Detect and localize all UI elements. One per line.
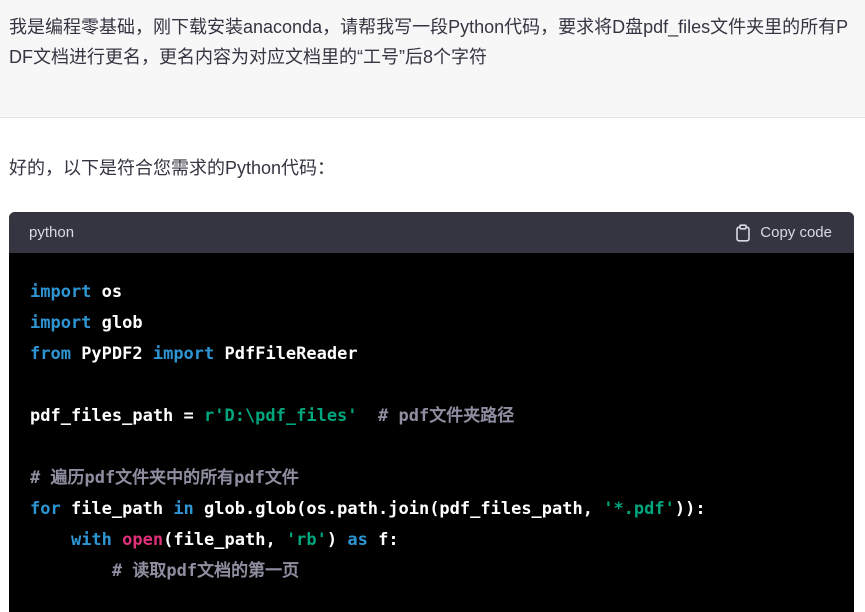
copy-code-button[interactable]: Copy code — [734, 223, 832, 242]
code-token-plain: PyPDF2 — [70, 344, 153, 364]
code-block: python Copy code import os import glob fro… — [9, 212, 854, 612]
code-token-cm: # 遍历pdf文件夹中的所有pdf文件 — [30, 468, 299, 488]
code-token-cm: # 读取pdf文档的第一页 — [111, 561, 300, 581]
clipboard-icon — [734, 223, 752, 242]
code-token-plain: pdf_files_path = — [30, 406, 204, 426]
code-token-kw: import — [152, 344, 215, 364]
code-line: import os — [30, 277, 834, 308]
user-message-text: 我是编程零基础，刚下载安装anaconda，请帮我写一段Python代码，要求将… — [9, 17, 849, 67]
code-token-plain: ) — [326, 530, 348, 550]
user-message: 我是编程零基础，刚下载安装anaconda，请帮我写一段Python代码，要求将… — [0, 0, 865, 118]
assistant-message: 好的，以下是符合您需求的Python代码： python Copy code i… — [0, 118, 865, 612]
code-token-kw: for — [30, 499, 61, 519]
code-token-str: '*.pdf' — [603, 499, 675, 519]
code-line: # 遍历pdf文件夹中的所有pdf文件 — [30, 463, 834, 494]
code-token-kw: in — [173, 499, 194, 519]
code-token-fn: open — [122, 530, 164, 550]
code-line: from PyPDF2 import PdfFileReader — [30, 339, 834, 370]
code-line: for file_path in glob.glob(os.path.join(… — [30, 494, 834, 525]
code-token-plain: file_path — [60, 499, 174, 519]
code-token-plain: PdfFileReader — [214, 344, 358, 364]
code-token-plain: (file_path, — [163, 530, 286, 550]
assistant-intro-text: 好的，以下是符合您需求的Python代码： — [9, 158, 336, 178]
code-token-plain: )): — [674, 499, 706, 519]
code-line: pdf_files_path = r'D:\pdf_files' # pdf文件… — [30, 401, 834, 432]
copy-code-label: Copy code — [760, 224, 832, 241]
code-token-kw: import — [30, 313, 92, 333]
code-token-plain: glob — [91, 313, 143, 333]
code-content: import os import glob from PyPDF2 import P… — [9, 253, 854, 587]
code-token-str: 'rb' — [285, 530, 327, 550]
code-token-kw: from — [30, 344, 71, 364]
code-line: import glob — [30, 308, 834, 339]
code-token-plain: os — [91, 282, 123, 302]
code-line: # 读取pdf文档的第一页 — [30, 556, 834, 587]
code-token-kw: import — [30, 282, 92, 302]
code-language-label: python — [29, 224, 75, 241]
code-token-plain: glob.glob(os.path.join(pdf_files_path, — [193, 499, 604, 519]
code-token-kw: with — [70, 530, 112, 550]
code-token-str: r'D:\pdf_files' — [204, 406, 358, 426]
code-token-plain: f: — [367, 530, 399, 550]
code-block-header: python Copy code — [9, 212, 854, 253]
code-line: with open(file_path, 'rb') as f: — [30, 525, 834, 556]
code-token-cm: # pdf文件夹路径 — [378, 406, 515, 426]
code-token-kw: as — [347, 530, 368, 550]
